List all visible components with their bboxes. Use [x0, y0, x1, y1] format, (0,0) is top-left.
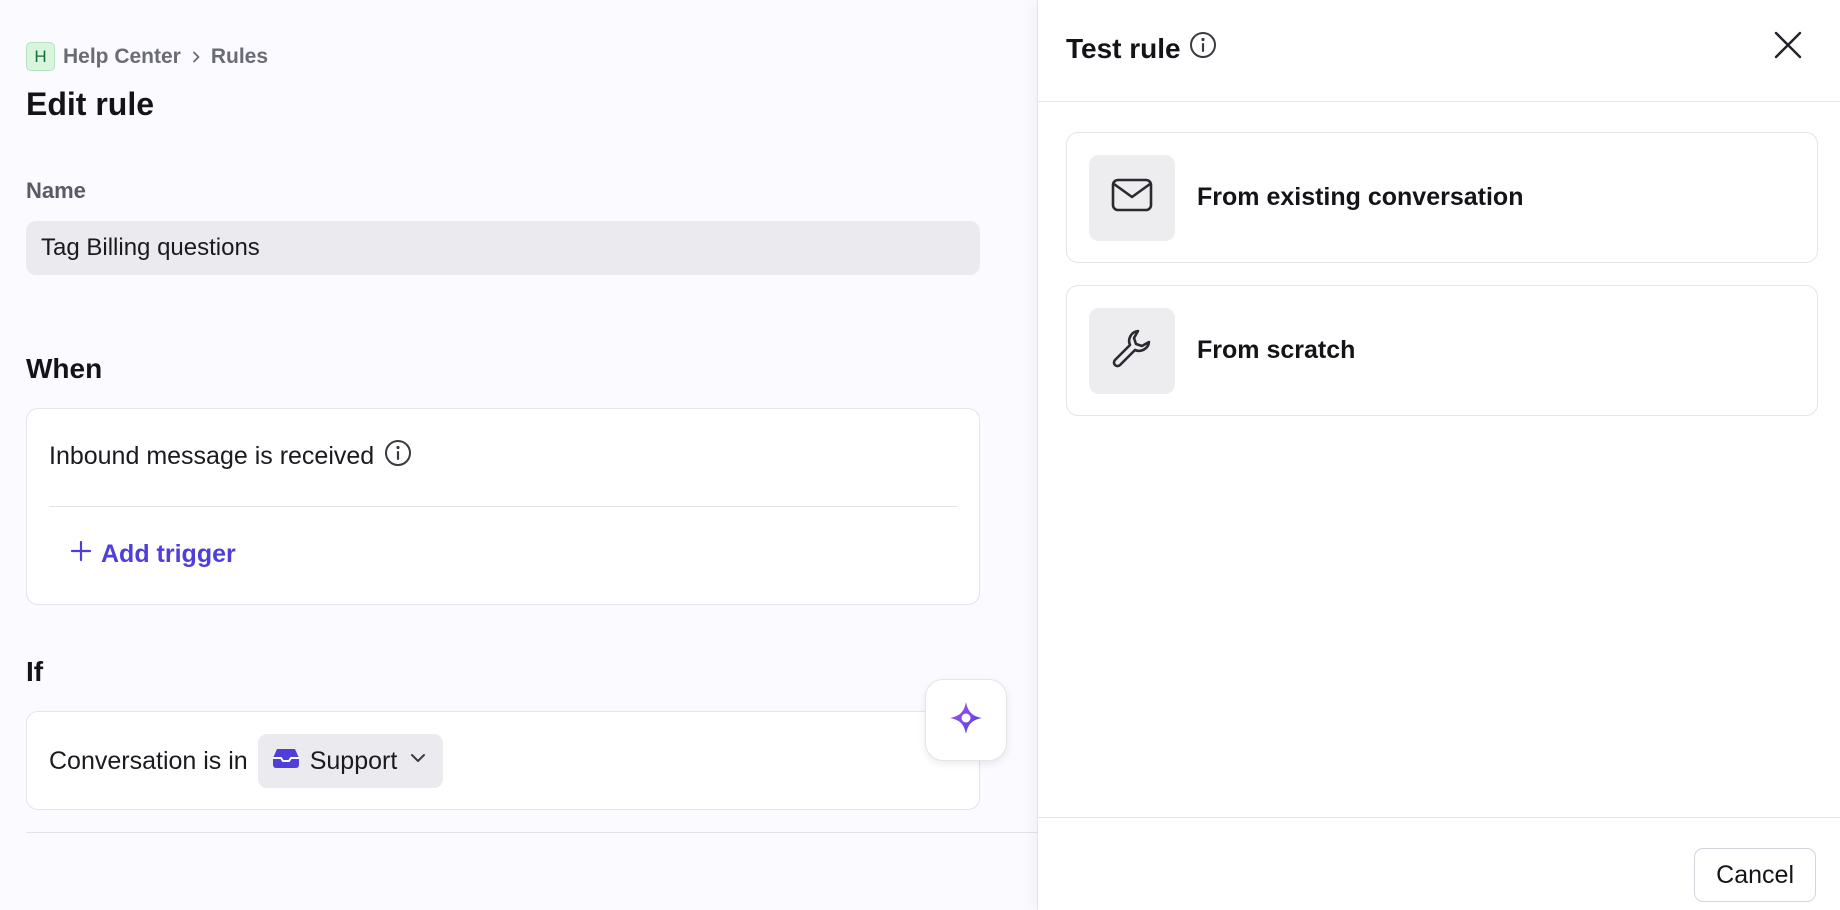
page-title: Edit rule [26, 86, 155, 122]
divider [49, 506, 957, 507]
rule-name-input[interactable] [26, 221, 980, 275]
option-label: From scratch [1197, 336, 1356, 364]
when-heading: When [26, 353, 103, 384]
ai-assistant-button[interactable] [925, 679, 1007, 761]
condition-row: Conversation is in Support [49, 734, 444, 788]
chevron-down-icon [407, 747, 429, 776]
if-card: Conversation is in Support [26, 711, 980, 810]
option-label: From existing conversation [1197, 183, 1524, 211]
plus-icon [69, 539, 93, 570]
inbox-icon [272, 746, 300, 777]
panel-title-text: Test rule [1066, 32, 1181, 64]
trigger-row: Inbound message is received [49, 439, 412, 474]
add-trigger-label: Add trigger [101, 540, 236, 568]
inbox-select[interactable]: Support [257, 734, 444, 788]
workspace-badge[interactable]: H [26, 42, 55, 71]
wrench-icon [1111, 327, 1153, 374]
breadcrumb: H Help Center Rules [26, 42, 268, 71]
breadcrumb-item-help-center[interactable]: Help Center [63, 45, 181, 69]
name-field-label: Name [26, 178, 86, 203]
sparkle-icon [948, 700, 984, 741]
panel-header: Test rule [1038, 0, 1840, 102]
add-trigger-button[interactable]: Add trigger [69, 539, 236, 570]
inbox-select-value: Support [309, 746, 398, 775]
trigger-label: Inbound message is received [49, 442, 375, 470]
chevron-right-icon [189, 50, 203, 64]
info-icon[interactable] [384, 439, 412, 474]
wrench-icon-tile [1089, 307, 1175, 394]
condition-label: Conversation is in [49, 746, 248, 775]
mail-icon-tile [1089, 154, 1175, 241]
cancel-button[interactable]: Cancel [1694, 848, 1816, 902]
if-heading: If [26, 656, 44, 687]
close-icon [1773, 30, 1803, 65]
rule-editor: H Help Center Rules Edit rule Name When … [0, 0, 1037, 910]
when-card: Inbound message is received Add trigger [26, 408, 980, 605]
option-existing-conversation[interactable]: From existing conversation [1066, 132, 1818, 263]
option-from-scratch[interactable]: From scratch [1066, 285, 1818, 416]
mail-icon [1111, 178, 1153, 217]
test-rule-panel: Test rule From existing conversation Fro… [1037, 0, 1840, 910]
panel-footer: Cancel [1038, 817, 1840, 910]
close-button[interactable] [1771, 30, 1805, 64]
info-icon[interactable] [1189, 31, 1217, 66]
breadcrumb-item-rules[interactable]: Rules [211, 45, 268, 69]
panel-title: Test rule [1066, 31, 1217, 66]
divider [26, 832, 1037, 833]
